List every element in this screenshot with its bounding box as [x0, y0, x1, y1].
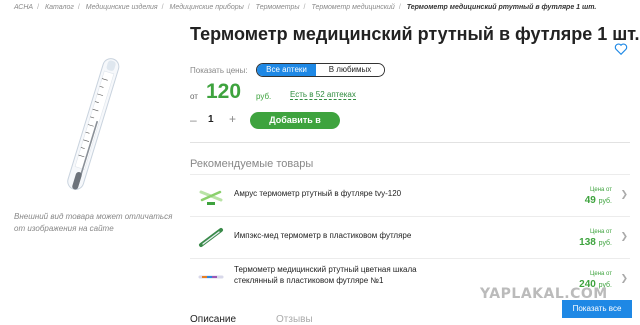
availability-link[interactable]: Есть в 52 аптеках [290, 90, 356, 100]
recommended-item-name[interactable]: Термометр медицинский ртутный цветная шк… [234, 264, 454, 286]
chevron-right-icon[interactable]: ❯ [620, 189, 628, 200]
breadcrumb-item[interactable]: Медицинские изделия [86, 4, 158, 11]
product-tabs: Описание Отзывы [190, 314, 313, 325]
recommended-item-price-from: Цена от [589, 187, 612, 193]
breadcrumb-item[interactable]: Термометры [256, 4, 300, 11]
breadcrumb-item[interactable]: Каталог [45, 4, 74, 11]
breadcrumb-separator: / [303, 4, 306, 11]
product-thumbnail [199, 190, 223, 205]
divider [190, 142, 630, 143]
recommended-item-price-from: Цена от [589, 229, 612, 235]
product-thumbnail [199, 228, 223, 247]
page-title: Термометр медицинский ртутный в футляре … [190, 24, 640, 44]
heart-icon[interactable] [614, 42, 628, 56]
recommended-item[interactable]: Амрус термометр ртутный в футляре tvy-12… [190, 174, 630, 216]
tab-reviews[interactable]: Отзывы [276, 314, 313, 325]
breadcrumb-separator: / [247, 4, 250, 11]
recommended-item[interactable]: Импэкс-мед термометр в пластиковом футля… [190, 216, 630, 258]
breadcrumb-separator: / [77, 4, 80, 11]
breadcrumb-item[interactable]: Медицинские приборы [170, 4, 244, 11]
recommended-title: Рекомендуемые товары [190, 158, 314, 170]
recommended-item-price: 49 руб. [584, 195, 612, 206]
chevron-right-icon[interactable]: ❯ [620, 231, 628, 242]
breadcrumb-item[interactable]: АСНА [14, 4, 33, 11]
breadcrumb-item[interactable]: Термометр медицинский [311, 4, 394, 11]
quantity-increase-button[interactable]: + [229, 112, 236, 126]
price-toggle: Все аптеки В любимых [256, 63, 385, 77]
breadcrumb-separator: / [37, 4, 40, 11]
breadcrumb-separator: / [398, 4, 401, 11]
image-disclaimer: Внешний вид товара может отличаться от и… [14, 212, 173, 233]
price-value: 120 [206, 80, 242, 103]
recommended-item-price: 138 руб. [579, 237, 612, 248]
chevron-right-icon[interactable]: ❯ [620, 273, 628, 284]
recommended-item-name[interactable]: Импэкс-мед термометр в пластиковом футля… [234, 230, 454, 241]
price-filter-label: Показать цены: [190, 66, 248, 75]
recommended-item-name[interactable]: Амрус термометр ртутный в футляре tvy-12… [234, 188, 454, 199]
quantity-value[interactable]: 1 [208, 114, 214, 125]
price-from-label: от [190, 92, 198, 101]
quantity-decrease-button[interactable]: – [190, 113, 197, 127]
breadcrumb-separator: / [161, 4, 164, 11]
toggle-favorites[interactable]: В любимых [316, 64, 384, 76]
breadcrumb-current: Термометр медицинский ртутный в футляре … [406, 4, 597, 11]
product-image [67, 58, 120, 190]
recommended-item-price-from: Цена от [589, 271, 612, 277]
toggle-all-pharmacies[interactable]: Все аптеки [257, 64, 316, 76]
add-to-cart-button[interactable]: Добавить в [250, 112, 340, 129]
breadcrumb: АСНА / Каталог / Медицинские изделия / Меди… [14, 4, 596, 11]
product-thumbnail [198, 275, 224, 279]
show-all-button[interactable]: Показать все [562, 300, 632, 318]
price-currency: руб. [256, 92, 272, 101]
tab-description[interactable]: Описание [190, 314, 236, 325]
